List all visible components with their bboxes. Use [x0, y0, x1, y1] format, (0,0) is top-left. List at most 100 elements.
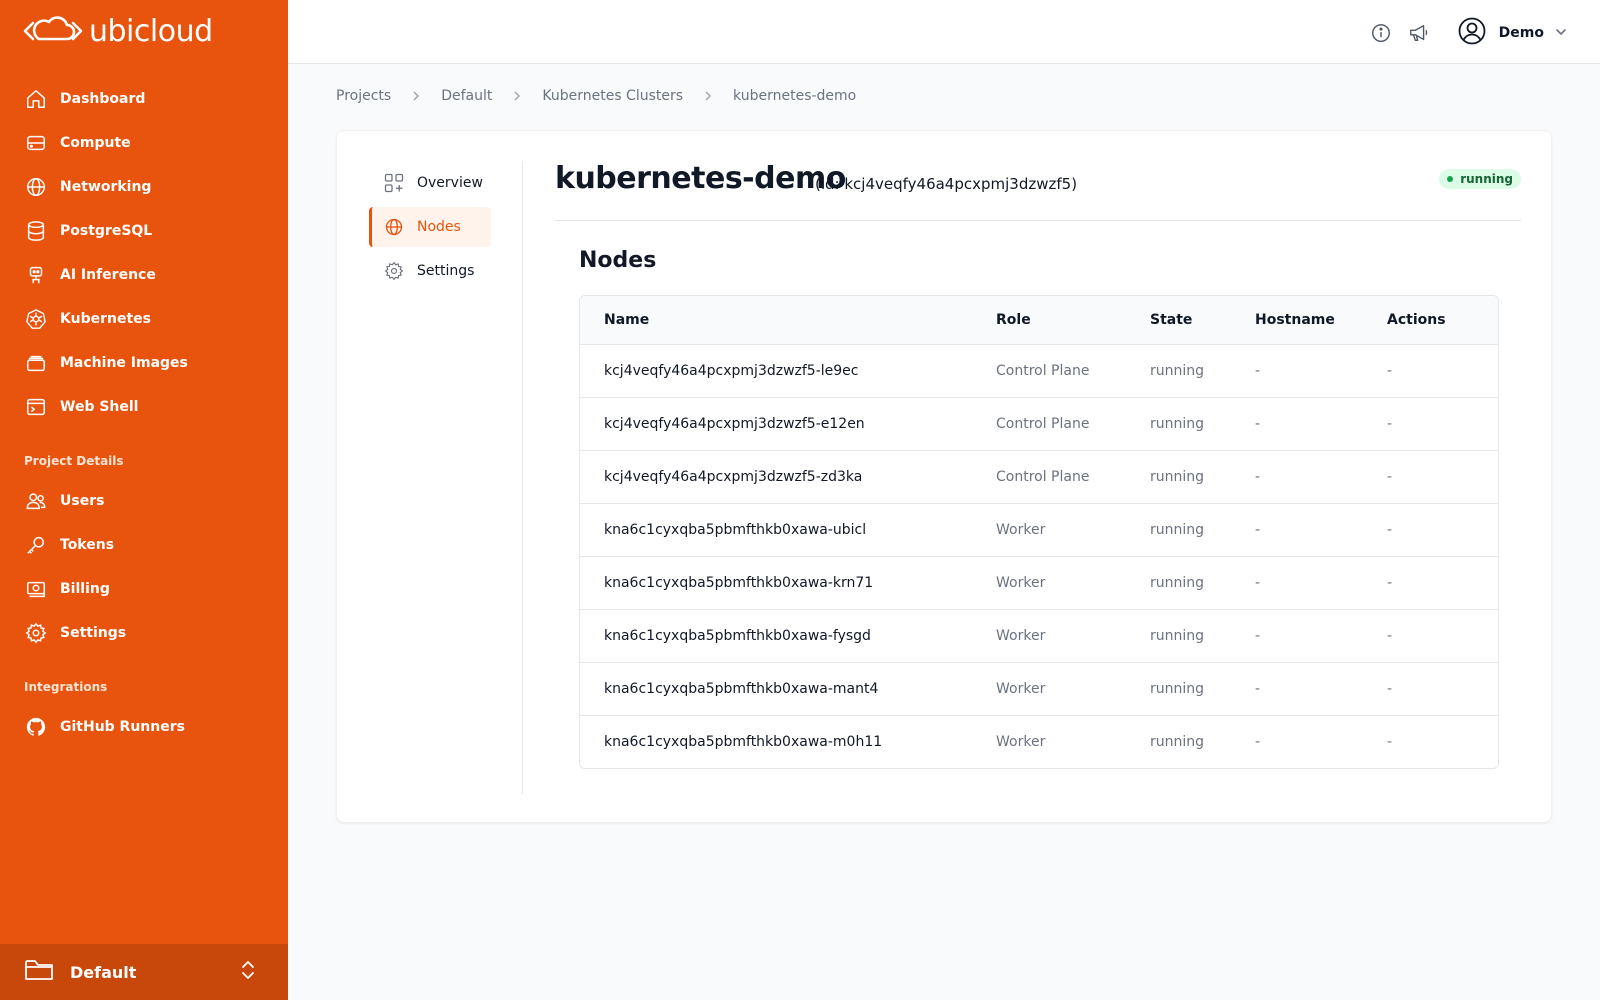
sidebar-item-billing[interactable]: Billing — [14, 572, 274, 606]
node-role: Worker — [996, 733, 1046, 750]
node-role: Control Plane — [972, 344, 1126, 398]
github-icon — [24, 715, 48, 739]
node-hostname: - — [1231, 662, 1363, 716]
sidebar-item-label: Users — [60, 493, 105, 509]
chevron-right-icon — [411, 90, 421, 102]
chevron-right-icon — [703, 90, 713, 102]
terminal-icon — [24, 395, 48, 419]
sidebar-item-ai-inference[interactable]: AI Inference — [14, 258, 274, 292]
node-name: kcj4veqfy46a4pcxpmj3dzwzf5-e12en — [580, 397, 972, 451]
node-actions: - — [1387, 733, 1393, 750]
robot-icon — [24, 263, 48, 287]
node-name: kcj4veqfy46a4pcxpmj3dzwzf5-le9ec — [580, 344, 972, 398]
node-actions: - — [1363, 609, 1498, 663]
subnav-label: Overview — [417, 175, 483, 191]
key-icon — [24, 533, 48, 557]
info-icon[interactable] — [1369, 21, 1393, 45]
breadcrumb-projects[interactable]: Projects — [336, 88, 391, 104]
node-actions: - — [1363, 662, 1498, 716]
sidebar-item-github-runners[interactable]: GitHub Runners — [14, 710, 274, 744]
sidebar-item-tokens[interactable]: Tokens — [14, 528, 274, 562]
sidebar-item-label: Tokens — [60, 537, 115, 553]
node-role: Worker — [972, 503, 1126, 557]
sidebar-item-users[interactable]: Users — [14, 484, 274, 518]
sidebar-item-networking[interactable]: Networking — [14, 170, 274, 204]
cluster-subnav: Overview Nodes Settings — [369, 163, 491, 295]
table-row: kna6c1cyxqba5pbmfthkb0xawa-fysgd Worker … — [580, 609, 1498, 663]
integrations-heading: Integrations — [24, 680, 108, 694]
sidebar-item-compute[interactable]: Compute — [14, 126, 274, 160]
breadcrumb-current[interactable]: kubernetes-demo — [733, 88, 856, 104]
subnav-overview[interactable]: Overview — [369, 163, 491, 203]
node-hostname: - — [1231, 609, 1363, 663]
status-badge-label: running — [1460, 172, 1513, 186]
banknote-icon — [24, 577, 48, 601]
subnav-label: Settings — [417, 263, 475, 279]
node-state: running — [1126, 503, 1231, 557]
sidebar-item-settings[interactable]: Settings — [14, 616, 274, 650]
column-header-role: Role — [972, 296, 1126, 345]
subnav-label: Nodes — [417, 219, 461, 235]
subnav-settings[interactable]: Settings — [369, 251, 491, 291]
sidebar-item-label: Kubernetes — [60, 311, 151, 327]
sidebar-item-label: Compute — [60, 135, 131, 151]
breadcrumb: Projects Default Kubernetes Clusters kub… — [336, 88, 856, 104]
table-row: kna6c1cyxqba5pbmfthkb0xawa-krn71 Worker … — [580, 556, 1498, 610]
node-hostname: - — [1231, 450, 1363, 504]
node-name: kna6c1cyxqba5pbmfthkb0xawa-fysgd — [580, 609, 972, 663]
node-state: running — [1150, 733, 1205, 750]
main-nav: Dashboard Compute Networking PostgreSQL … — [0, 82, 288, 754]
sidebar-item-kubernetes[interactable]: Kubernetes — [14, 302, 274, 336]
node-actions: - — [1363, 397, 1498, 451]
node-hostname: - — [1231, 344, 1363, 398]
subnav-nodes[interactable]: Nodes — [369, 207, 491, 247]
table-header-row: Name Role State Hostname Actions — [580, 296, 1498, 345]
node-name: kcj4veqfy46a4pcxpmj3dzwzf5-zd3ka — [580, 450, 972, 504]
node-state: running — [1126, 662, 1231, 716]
megaphone-icon[interactable] — [1407, 21, 1431, 45]
node-state: running — [1126, 556, 1231, 610]
sidebar-item-dashboard[interactable]: Dashboard — [14, 82, 274, 116]
project-switcher[interactable]: Default — [0, 944, 288, 1000]
ubicloud-logo-icon — [23, 15, 83, 49]
node-actions: - — [1363, 344, 1498, 398]
logo[interactable]: ubicloud — [23, 14, 213, 49]
user-menu[interactable]: Demo — [1457, 16, 1568, 50]
table-row: kna6c1cyxqba5pbmfthkb0xawa-m0h11 Worker … — [580, 715, 1498, 768]
chevron-down-icon — [1554, 24, 1568, 43]
sidebar-item-label: Dashboard — [60, 91, 146, 107]
breadcrumb-kubernetes-clusters[interactable]: Kubernetes Clusters — [542, 88, 683, 104]
cluster-header: kubernetes-demo (id: kcj4veqfy46a4pcxpmj… — [555, 161, 1521, 221]
breadcrumb-default[interactable]: Default — [441, 88, 492, 104]
node-role: Worker — [972, 609, 1126, 663]
node-hostname: - — [1231, 503, 1363, 557]
user-avatar-icon — [1457, 16, 1487, 50]
node-actions: - — [1363, 450, 1498, 504]
chevron-up-down-icon — [240, 959, 256, 985]
column-header-actions: Actions — [1363, 296, 1498, 345]
nodes-section-title: Nodes — [579, 248, 657, 273]
sidebar-item-web-shell[interactable]: Web Shell — [14, 390, 274, 424]
globe-icon — [24, 175, 48, 199]
logo-text: ubicloud — [89, 14, 213, 49]
cluster-id: (id: kcj4veqfy46a4pcxpmj3dzwzf5) — [815, 175, 1078, 193]
status-dot — [1447, 176, 1454, 182]
folder-icon — [24, 957, 54, 987]
user-name: Demo — [1498, 25, 1544, 41]
overview-icon — [383, 172, 405, 194]
node-role: Worker — [972, 662, 1126, 716]
top-actions: Demo — [1369, 16, 1568, 50]
sidebar-item-label: GitHub Runners — [60, 719, 185, 735]
gear-icon — [383, 260, 405, 282]
node-actions: - — [1363, 556, 1498, 610]
stack-icon — [24, 351, 48, 375]
table-row: kcj4veqfy46a4pcxpmj3dzwzf5-zd3ka Control… — [580, 450, 1498, 504]
sidebar-item-label: Networking — [60, 179, 152, 195]
sidebar-item-postgresql[interactable]: PostgreSQL — [14, 214, 274, 248]
home-icon — [24, 87, 48, 111]
status-badge: running — [1439, 169, 1521, 189]
sidebar-item-machine-images[interactable]: Machine Images — [14, 346, 274, 380]
subnav-divider — [522, 161, 523, 794]
cluster-card: Overview Nodes Settings kubernetes-demo … — [336, 130, 1552, 823]
node-state: running — [1126, 450, 1231, 504]
